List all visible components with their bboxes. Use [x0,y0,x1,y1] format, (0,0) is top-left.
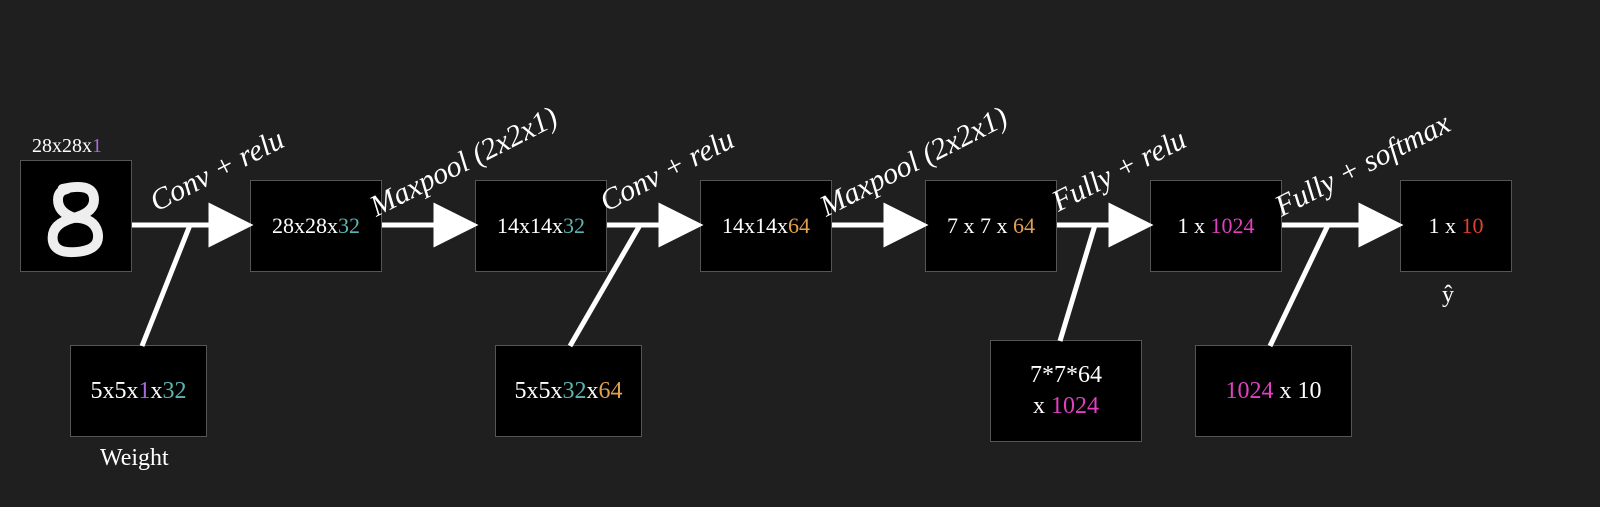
feature-fc1: 1 x 1024 [1150,180,1282,272]
weight-fc1: 7*7*64 x 1024 [990,340,1142,442]
weight-label: Weight [100,445,169,472]
weight-conv2: 5x5x32x64 [495,345,642,437]
feature-pool2: 7 x 7 x 64 [925,180,1057,272]
f2-b: 32 [563,213,585,238]
feature-conv2: 14x14x64 [700,180,832,272]
w1-d: 32 [163,378,187,404]
w2-a: 5x5x [515,378,563,404]
f5-b: 1024 [1211,213,1255,238]
mnist-8-glyph [31,171,121,261]
input-image [20,160,132,272]
f2-a: 14x14x [497,213,563,238]
f3-b: 64 [788,213,810,238]
w3-bot-b: 1024 [1051,393,1099,419]
w2-c: x [587,378,599,404]
w1-b: 1 [139,378,151,404]
yhat-label: ŷ [1442,282,1454,309]
feature-pool1: 14x14x32 [475,180,607,272]
w1-c: x [151,378,163,404]
input-dim-b: 1 [92,135,102,157]
feature-conv1: 28x28x32 [250,180,382,272]
f6-a: 1 x [1429,213,1462,238]
f1-b: 32 [338,213,360,238]
w2-d: 64 [599,378,623,404]
f3-a: 14x14x [722,213,788,238]
f4-a: 7 x 7 x [947,213,1013,238]
weight-conv1: 5x5x1x32 [70,345,207,437]
input-dim-a: 28x28x [32,135,92,157]
f1-a: 28x28x [272,213,338,238]
w4-a: 1024 [1226,378,1274,404]
weight-fc2: 1024 x 10 [1195,345,1352,437]
input-dim-label: 28x28x1 [32,135,102,158]
w2-b: 32 [563,378,587,404]
f6-b: 10 [1462,213,1484,238]
w3-bot-a: x [1033,393,1051,419]
w3-top: 7*7*64 [1030,362,1102,388]
w4-b: x 10 [1274,378,1322,404]
w1-a: 5x5x [91,378,139,404]
f4-b: 64 [1013,213,1035,238]
f5-a: 1 x [1178,213,1211,238]
feature-output: 1 x 10 [1400,180,1512,272]
